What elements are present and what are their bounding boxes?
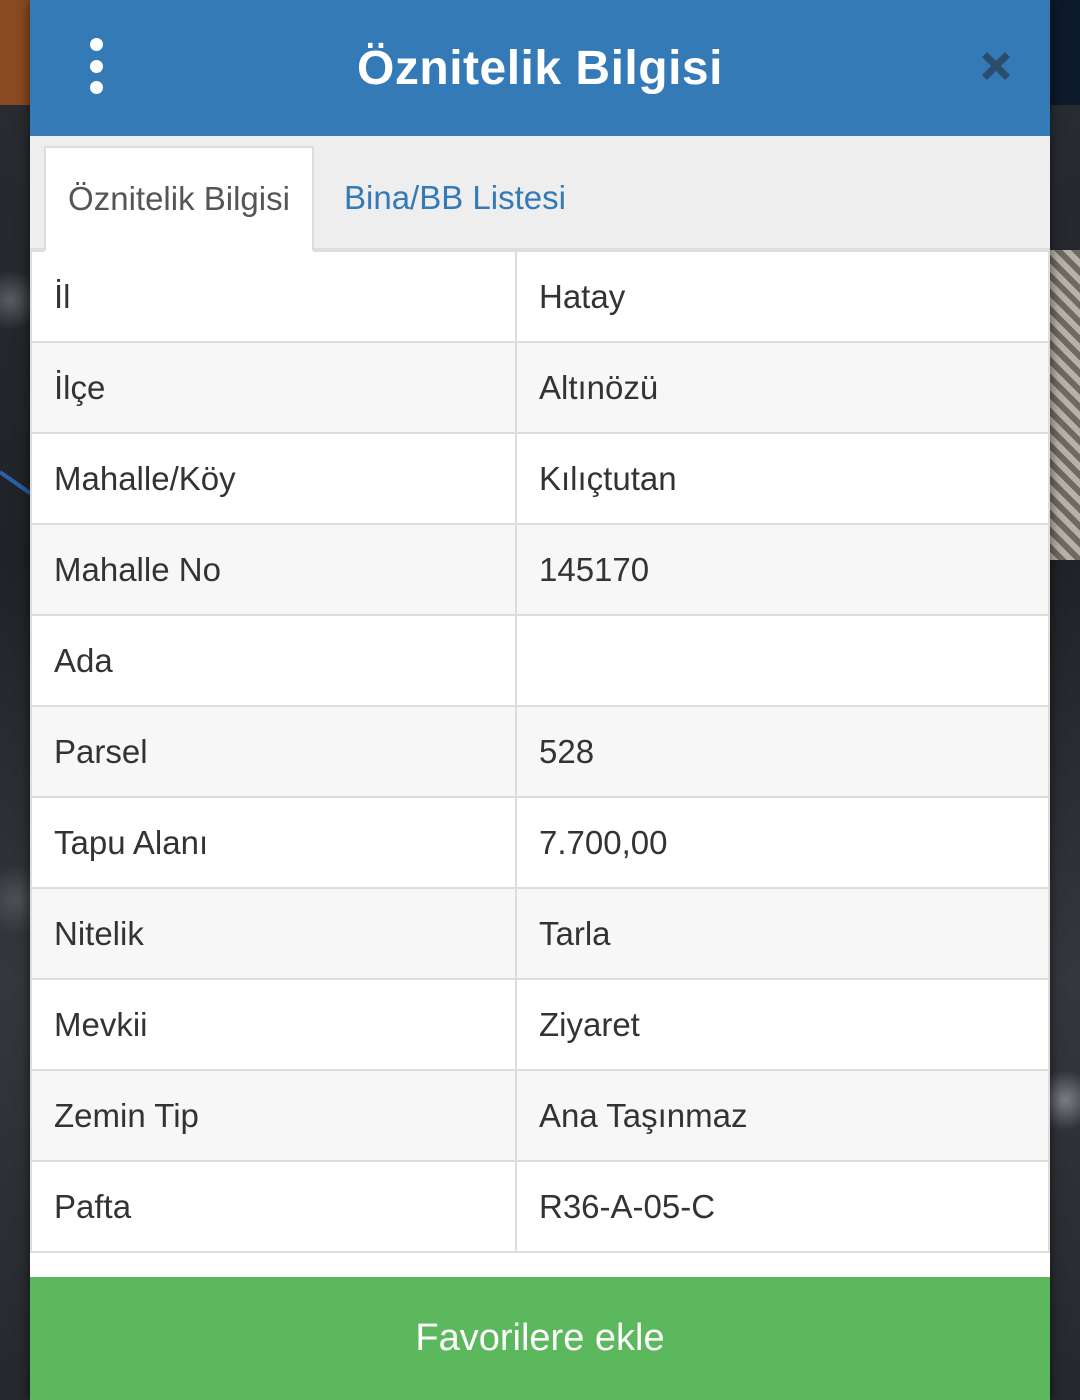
attribute-key: İl bbox=[30, 250, 517, 343]
map-terrain-patch bbox=[1050, 250, 1080, 560]
table-row: Mahalle No 145170 bbox=[30, 523, 1050, 616]
tabs-bar: Öznitelik Bilgisi Bina/BB Listesi bbox=[30, 136, 1050, 252]
attribute-value: 145170 bbox=[515, 523, 1050, 616]
attribute-value bbox=[515, 614, 1050, 707]
attribute-value: Kılıçtutan bbox=[515, 432, 1050, 525]
attribute-value: Hatay bbox=[515, 250, 1050, 343]
attribute-value: Ana Taşınmaz bbox=[515, 1069, 1050, 1162]
table-row: Tapu Alanı 7.700,00 bbox=[30, 796, 1050, 889]
attribute-key: Mevkii bbox=[30, 978, 517, 1071]
attribute-key: Mahalle No bbox=[30, 523, 517, 616]
close-icon[interactable] bbox=[978, 48, 1014, 84]
attribute-dialog: Öznitelik Bilgisi Öznitelik Bilgisi Bina… bbox=[30, 0, 1050, 1400]
map-tile-edge bbox=[0, 0, 30, 105]
attribute-value: R36-A-05-C bbox=[515, 1160, 1050, 1253]
attribute-key: İlçe bbox=[30, 341, 517, 434]
attribute-key: Ada bbox=[30, 614, 517, 707]
attribute-value: 7.700,00 bbox=[515, 796, 1050, 889]
kebab-menu-icon[interactable] bbox=[82, 38, 110, 94]
menu-dot bbox=[89, 81, 103, 94]
dialog-header: Öznitelik Bilgisi bbox=[30, 0, 1050, 136]
table-row: Zemin Tip Ana Taşınmaz bbox=[30, 1069, 1050, 1162]
table-row: Pafta R36-A-05-C bbox=[30, 1160, 1050, 1253]
attribute-value: Tarla bbox=[515, 887, 1050, 980]
attribute-key: Zemin Tip bbox=[30, 1069, 517, 1162]
tab-building-list[interactable]: Bina/BB Listesi bbox=[344, 146, 566, 250]
attribute-key: Nitelik bbox=[30, 887, 517, 980]
attribute-value: 528 bbox=[515, 705, 1050, 798]
table-row: İl Hatay bbox=[30, 250, 1050, 343]
attribute-key: Tapu Alanı bbox=[30, 796, 517, 889]
table-row: İlçe Altınözü bbox=[30, 341, 1050, 434]
dialog-title: Öznitelik Bilgisi bbox=[357, 41, 723, 95]
menu-dot bbox=[89, 38, 103, 51]
table-row: Mevkii Ziyaret bbox=[30, 978, 1050, 1071]
attribute-value: Altınözü bbox=[515, 341, 1050, 434]
table-row: Nitelik Tarla bbox=[30, 887, 1050, 980]
table-row: Ada bbox=[30, 614, 1050, 707]
menu-dot bbox=[89, 59, 103, 73]
tab-attribute-info[interactable]: Öznitelik Bilgisi bbox=[44, 146, 314, 252]
attribute-key: Parsel bbox=[30, 705, 517, 798]
table-row: Mahalle/Köy Kılıçtutan bbox=[30, 432, 1050, 525]
add-to-favorites-button[interactable]: Favorilere ekle bbox=[30, 1277, 1050, 1400]
attribute-table: İl Hatay İlçe Altınözü Mahalle/Köy Kılıç… bbox=[30, 250, 1050, 1253]
attribute-value: Ziyaret bbox=[515, 978, 1050, 1071]
table-row: Parsel 528 bbox=[30, 705, 1050, 798]
map-tile-edge bbox=[1050, 0, 1080, 105]
attribute-key: Pafta bbox=[30, 1160, 517, 1253]
attribute-key: Mahalle/Köy bbox=[30, 432, 517, 525]
